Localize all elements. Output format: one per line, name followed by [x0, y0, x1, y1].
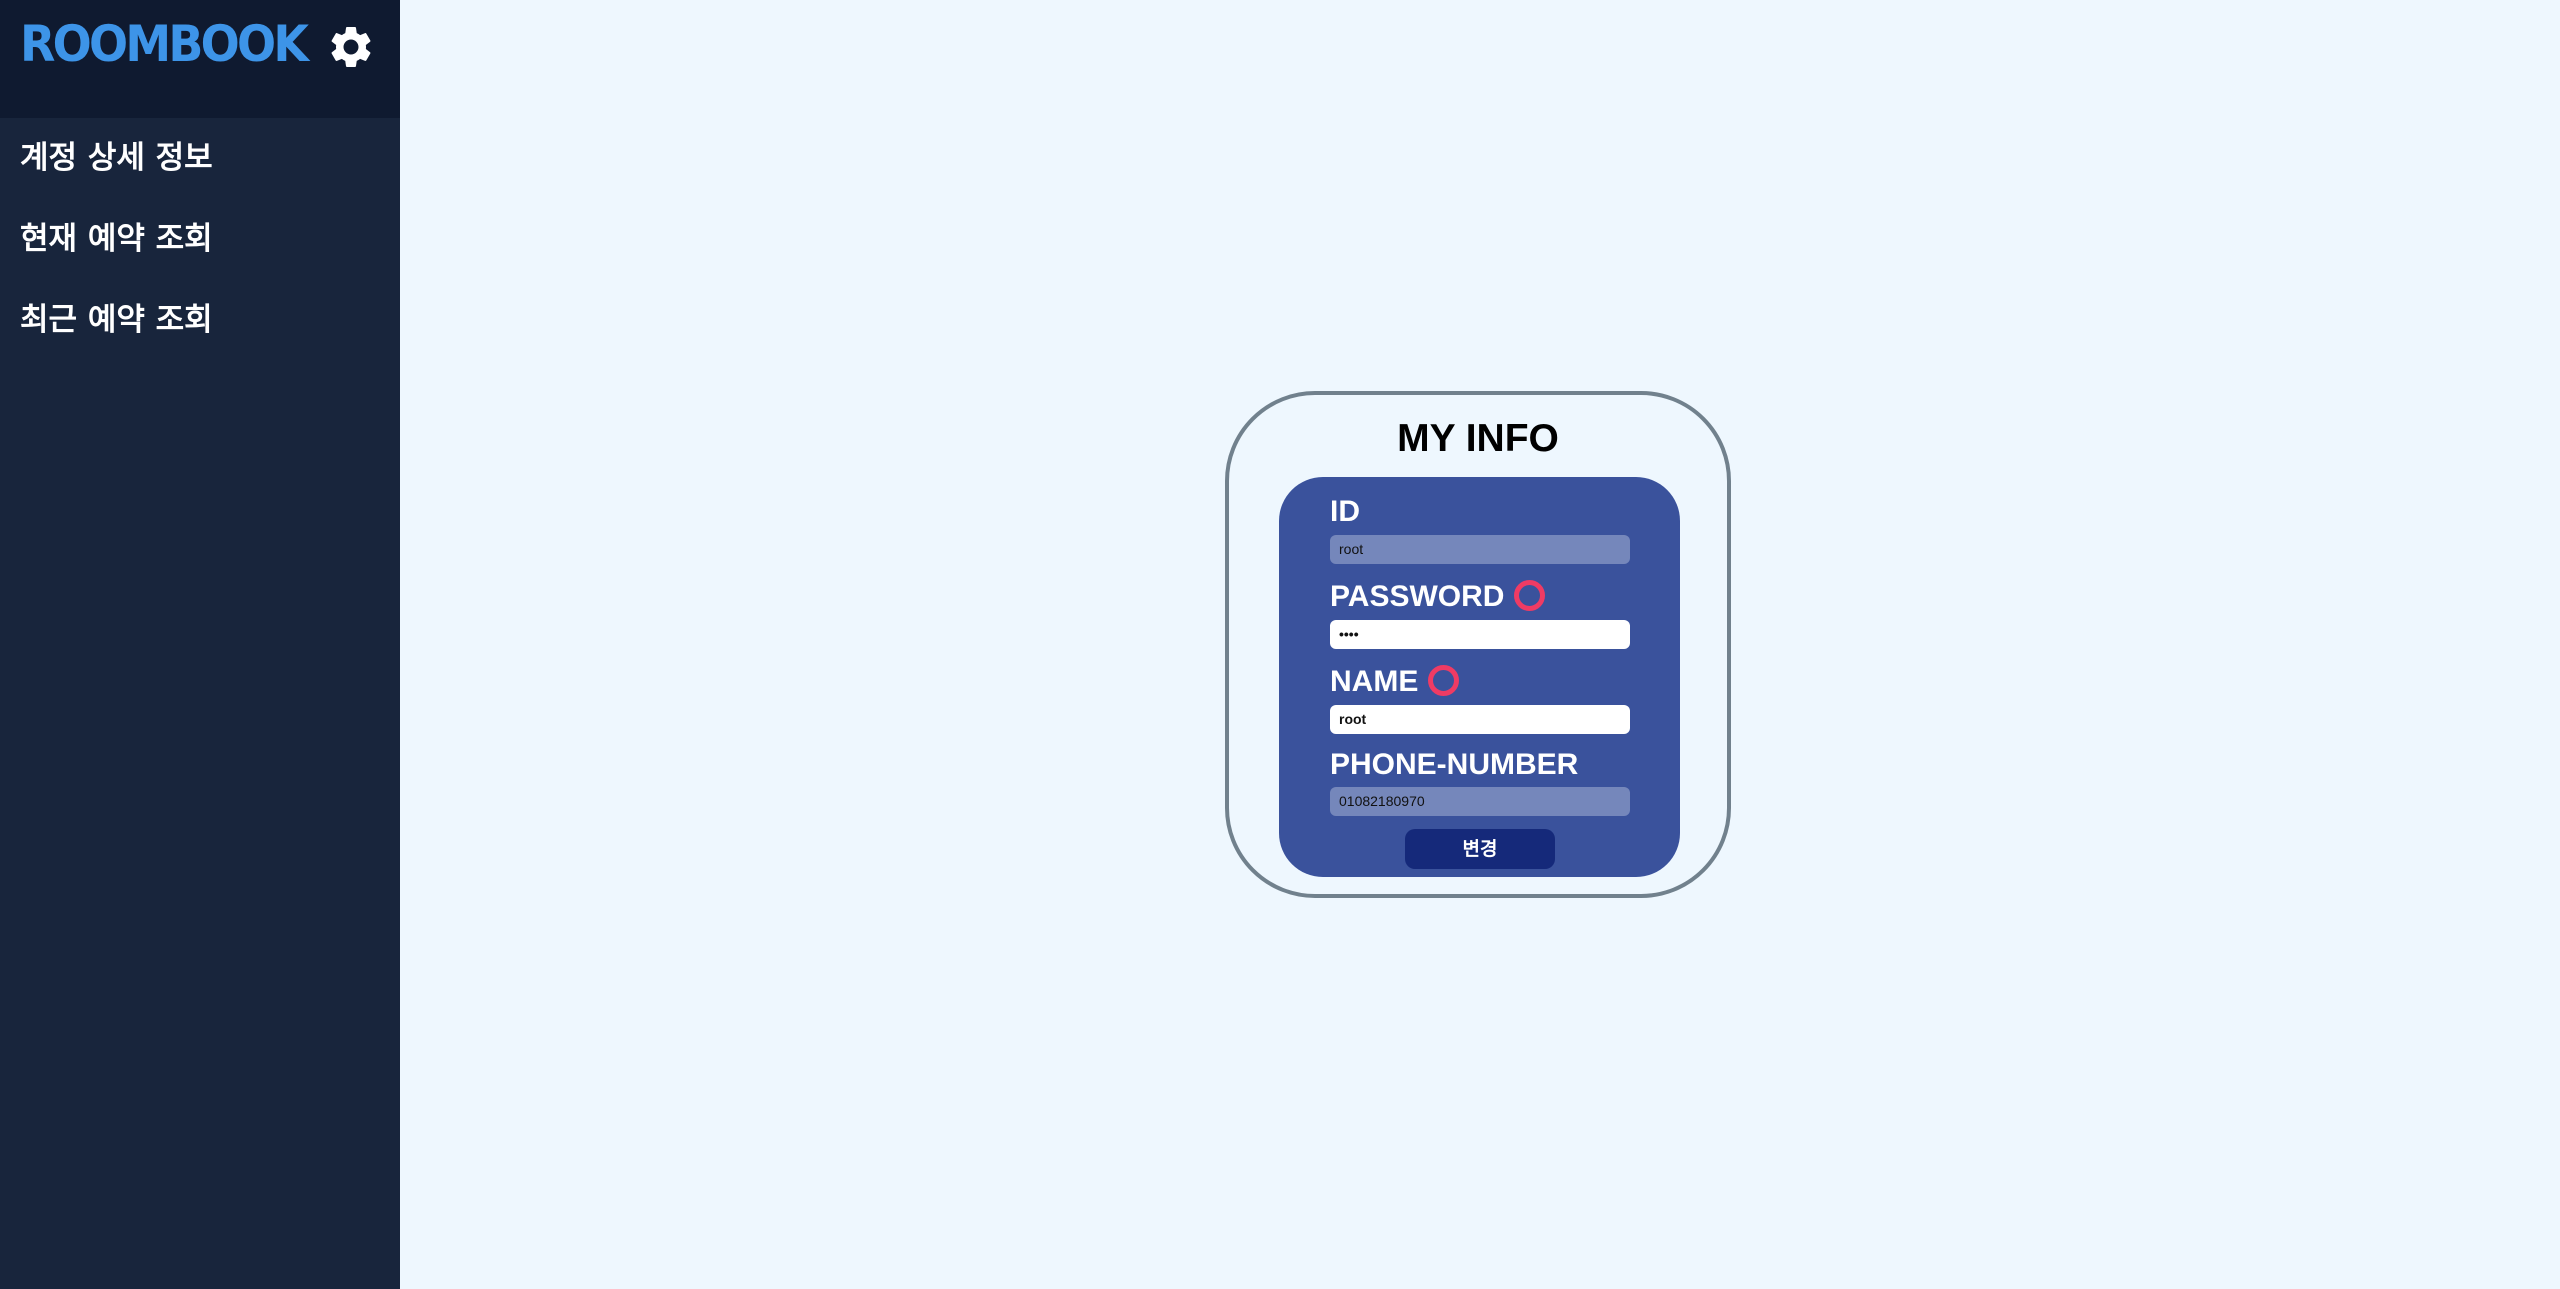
- change-button[interactable]: 변경: [1405, 829, 1555, 869]
- ring-icon: [1428, 664, 1460, 696]
- sidebar-nav: 계정 상세 정보 현재 예약 조회 최근 예약 조회: [20, 136, 213, 379]
- id-field: root: [1330, 535, 1630, 564]
- sidebar-item-account-details[interactable]: 계정 상세 정보: [20, 136, 213, 181]
- sidebar: ROOMBOOK 계정 상세 정보 현재 예약 조회 최근 예약 조회: [0, 0, 400, 1289]
- password-field[interactable]: ••••: [1330, 620, 1630, 649]
- password-label: PASSWORD: [1330, 579, 1546, 615]
- name-label: NAME: [1330, 664, 1460, 700]
- sidebar-header: ROOMBOOK: [0, 0, 400, 118]
- name-field[interactable]: root: [1330, 705, 1630, 734]
- sidebar-item-current-reservations[interactable]: 현재 예약 조회: [20, 217, 213, 262]
- sidebar-item-recent-reservations[interactable]: 최근 예약 조회: [20, 298, 213, 343]
- phone-number-label: PHONE-NUMBER: [1330, 748, 1579, 781]
- id-label: ID: [1330, 495, 1360, 528]
- app-logo[interactable]: ROOMBOOK: [20, 10, 309, 78]
- gear-icon[interactable]: [326, 22, 376, 72]
- ring-icon: [1514, 579, 1546, 611]
- my-info-form: ID root PASSWORD •••• NAME root PHONE-NU…: [1279, 477, 1680, 877]
- phone-number-field: 01082180970: [1330, 787, 1630, 816]
- card-title: MY INFO: [1397, 417, 1559, 460]
